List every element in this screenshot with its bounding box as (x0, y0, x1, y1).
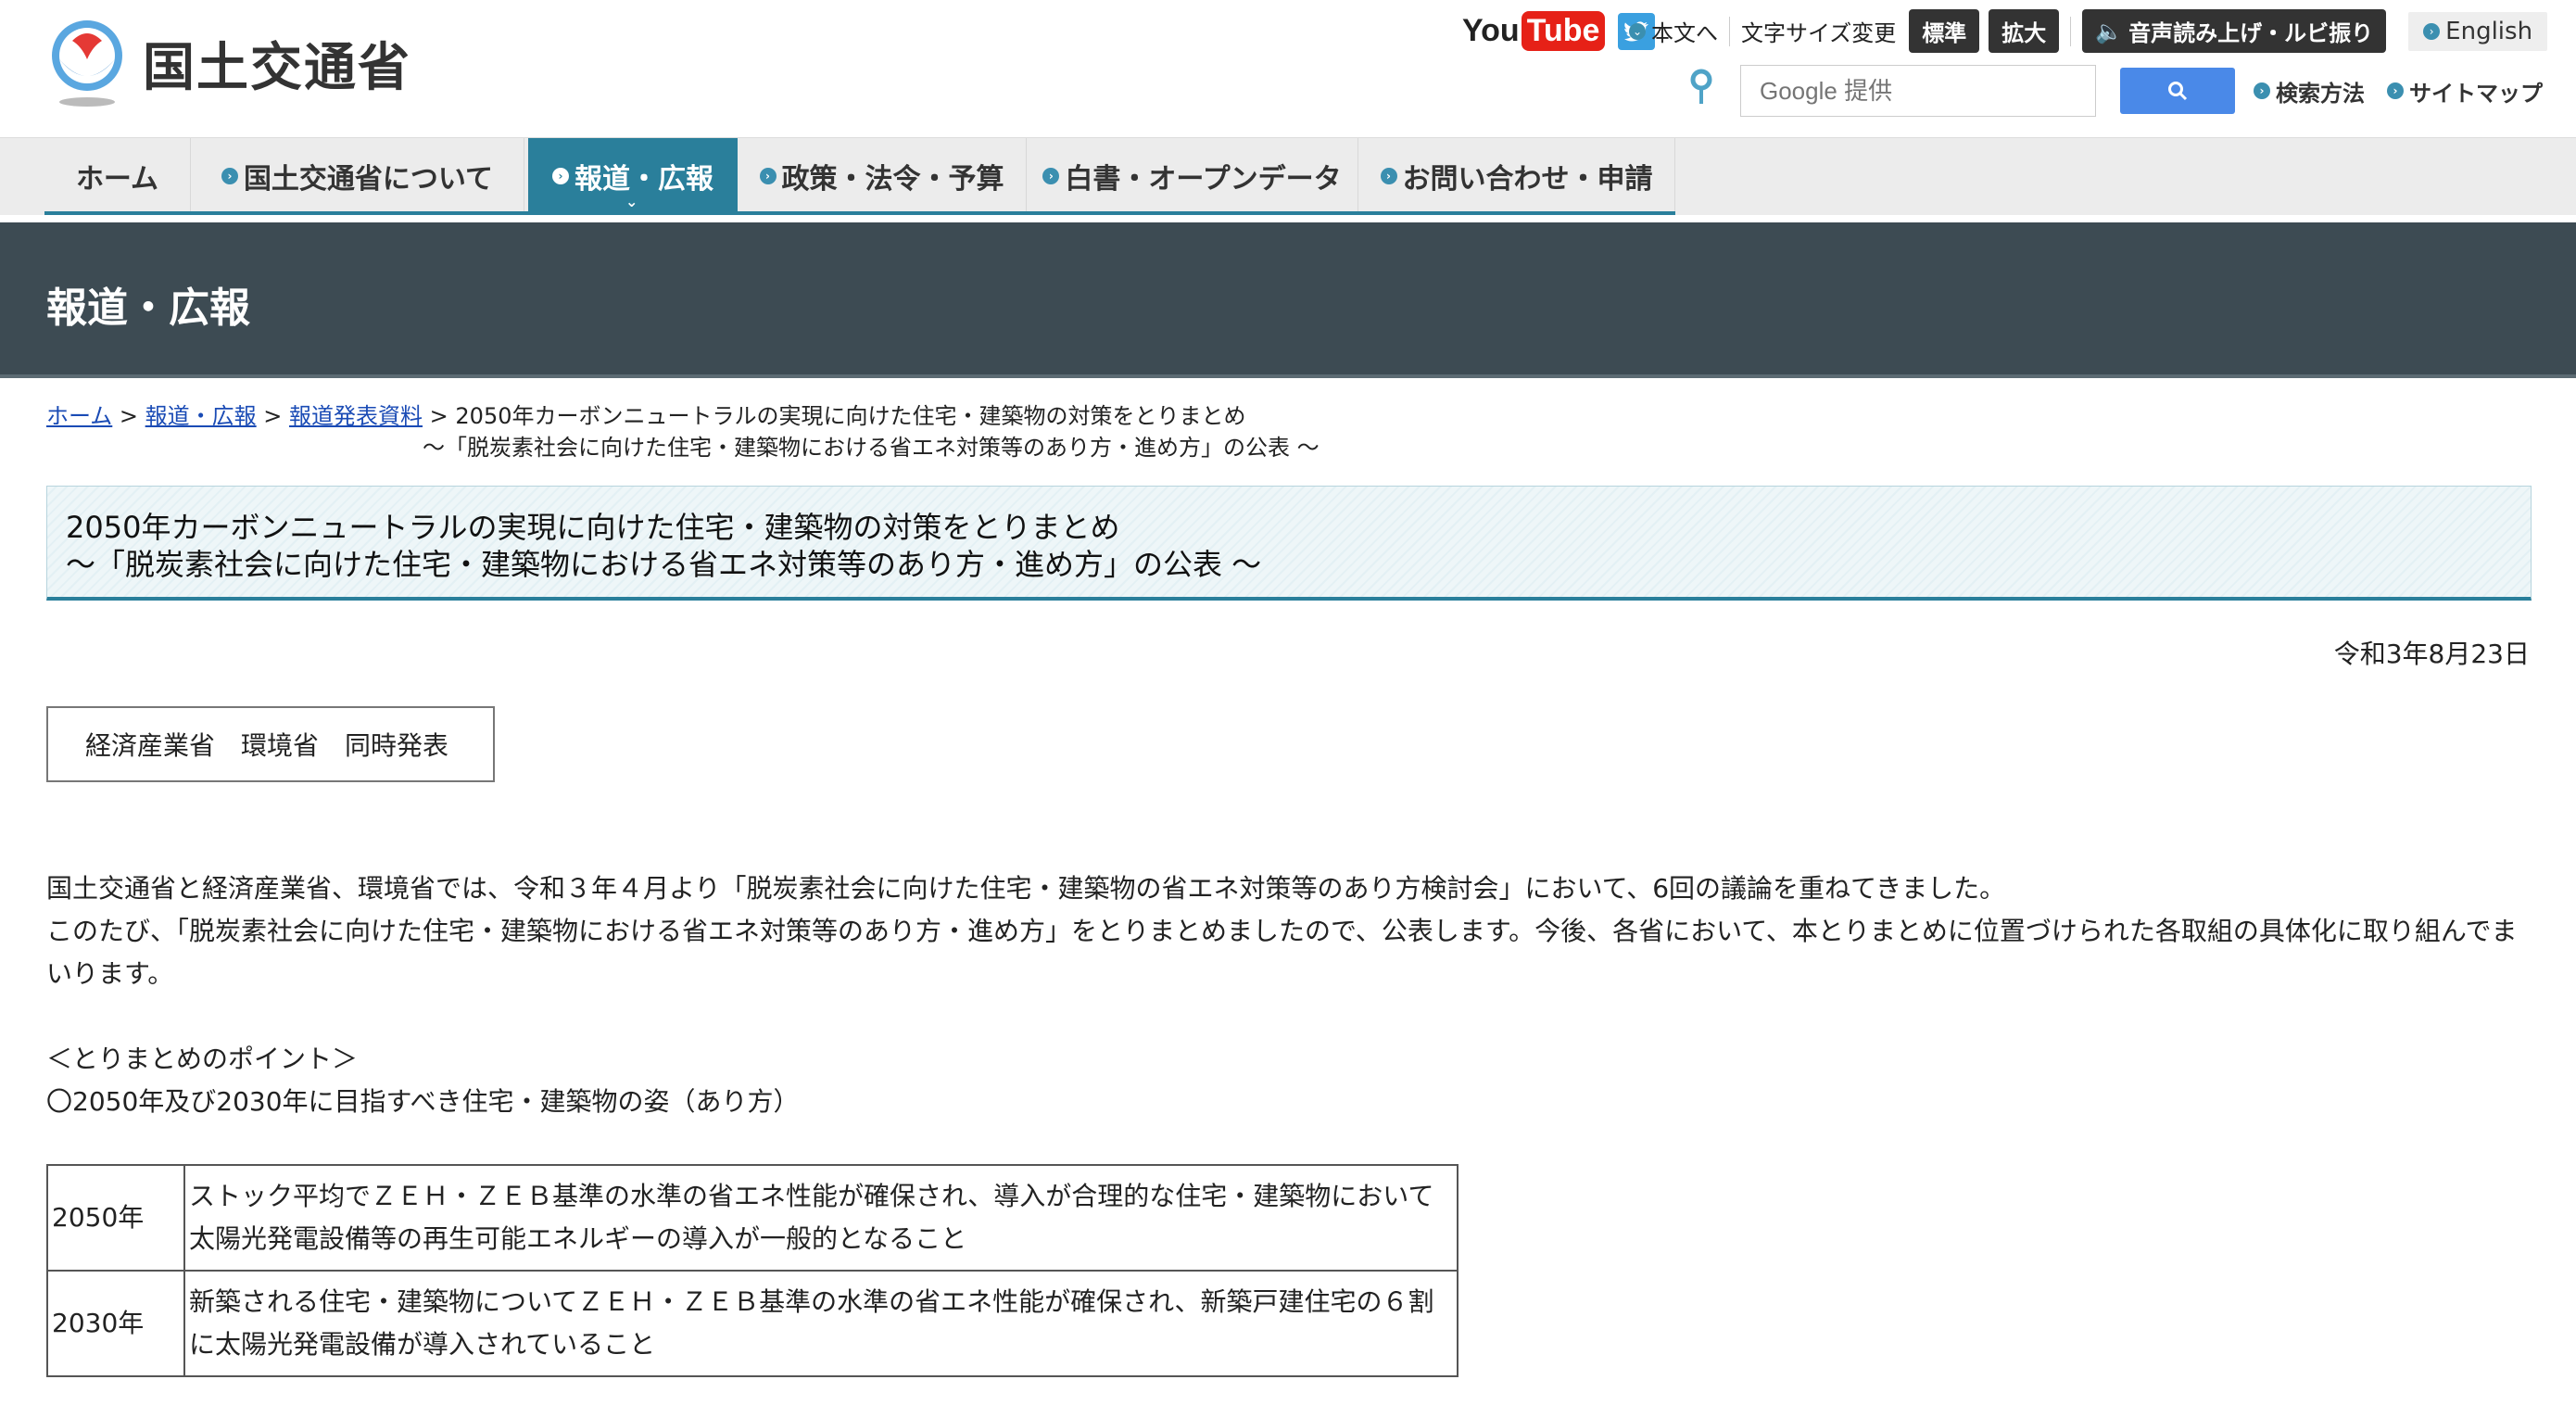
joint-release-box: 経済産業省 環境省 同時発表 (46, 706, 495, 782)
font-large-button[interactable]: 拡大 (1989, 9, 2060, 53)
nav-item-label: 報道・広報 (575, 163, 713, 196)
chevron-right-icon: › (1380, 168, 1397, 184)
nav-item-label: お問い合わせ・申請 (1402, 163, 1653, 196)
chevron-right-icon: › (2387, 82, 2404, 99)
english-label: English (2445, 17, 2533, 45)
site-logo[interactable]: 国土交通省 (44, 17, 411, 109)
paragraph: このたび、「脱炭素社会に向けた住宅・建築物における省エネ対策等のあり方・進め方」… (46, 916, 2518, 989)
breadcrumb-sep: > (256, 403, 290, 429)
site-title: 国土交通省 (143, 37, 411, 98)
sitemap-link[interactable]: › サイトマップ (2387, 75, 2543, 108)
font-size-label: 文字サイズ変更 (1741, 20, 1897, 46)
how-to-search-label: 検索方法 (2276, 80, 2365, 107)
youtube-tube: Tube (1521, 11, 1606, 51)
publish-date: 令和3年8月23日 (2333, 639, 2530, 669)
breadcrumb-sep: > (112, 403, 145, 429)
nav-item-press[interactable]: › 報道・広報 ⌄ (528, 138, 738, 214)
youtube-you: You (1462, 13, 1520, 48)
english-button[interactable]: › English (2408, 11, 2548, 51)
how-to-search-link[interactable]: › 検索方法 (2254, 75, 2365, 108)
breadcrumb-releases[interactable]: 報道発表資料 (289, 403, 423, 429)
search-area: › 検索方法 › サイトマップ (1690, 65, 2543, 117)
sitemap-label: サイトマップ (2409, 80, 2543, 107)
arrow-down-icon: ⌄ (1629, 22, 1646, 40)
table-cell-text: 新築される住宅・建築物についてＺＥＨ・ＺＥＢ基準の水準の省エネ性能が確保され、新… (183, 1270, 1458, 1377)
nav-item-label: 白書・オープンデータ (1065, 163, 1342, 196)
points-subheading: 〇2050年及び2030年に目指すべき住宅・建築物の姿（あり方） (46, 1086, 800, 1117)
section-title: 報道・広報 (46, 285, 250, 332)
section-header: 報道・広報 (0, 222, 2576, 378)
breadcrumb-home[interactable]: ホーム (46, 403, 112, 429)
paragraph: 国土交通省と経済産業省、環境省では、令和３年４月より「脱炭素社会に向けた住宅・建… (46, 873, 2006, 904)
nav-item-whitepaper[interactable]: › 白書・オープンデータ (1027, 138, 1358, 214)
nav-item-label: ホーム (75, 163, 159, 196)
article-body: 国土交通省と経済産業省、環境省では、令和３年４月より「脱炭素社会に向けた住宅・建… (46, 867, 2539, 1123)
breadcrumb: ホーム > 報道・広報 > 報道発表資料 > 2050年カーボンニュートラルの実… (46, 400, 1320, 463)
breadcrumb-press[interactable]: 報道・広報 (145, 403, 257, 429)
article-title-line2: ～「脱炭素社会に向けた住宅・建築物における省エネ対策等のあり方・進め方」の公表 … (66, 547, 1262, 582)
breadcrumb-current: 2050年カーボンニュートラルの実現に向けた住宅・建築物の対策をとりまとめ (455, 403, 1246, 429)
nav-item-contact[interactable]: › お問い合わせ・申請 (1358, 138, 1675, 214)
search-input[interactable] (1740, 65, 2096, 117)
search-button[interactable] (2120, 68, 2235, 114)
nav-item-policy[interactable]: › 政策・法令・予算 (738, 138, 1027, 214)
table-cell-year: 2050年 (46, 1164, 185, 1272)
mlit-logo-icon (52, 20, 122, 107)
chevron-right-icon: › (2254, 82, 2270, 99)
chevron-right-icon: › (552, 168, 569, 184)
chevron-right-icon: › (221, 168, 238, 184)
speaker-icon: 🔈 (2095, 18, 2124, 44)
table-row: 2030年 新築される住宅・建築物についてＺＥＨ・ＺＥＢ基準の水準の省エネ性能が… (46, 1270, 1458, 1377)
table-row: 2050年 ストック平均でＺＥＨ・ＺＥＢ基準の水準の省エネ性能が確保され、導入が… (46, 1164, 1458, 1272)
divider (1729, 16, 1730, 46)
table-cell-text: ストック平均でＺＥＨ・ＺＥＢ基準の水準の省エネ性能が確保され、導入が合理的な住宅… (183, 1164, 1458, 1272)
article-heading-box: 2050年カーボンニュートラルの実現に向けた住宅・建築物の対策をとりまとめ ～「… (46, 486, 2532, 601)
chevron-down-icon: ⌄ (625, 193, 638, 210)
global-nav: ホーム › 国土交通省について › 報道・広報 ⌄ › 政策・法令・予算 › 白… (0, 137, 2576, 215)
article-title-line1: 2050年カーボンニュートラルの実現に向けた住宅・建築物の対策をとりまとめ (66, 510, 1120, 545)
chevron-right-icon: › (2423, 22, 2441, 40)
breadcrumb-current-subtitle: ～「脱炭素社会に向けた住宅・建築物における省エネ対策等のあり方・進め方」の公表 … (423, 435, 1320, 461)
nav-underline (44, 211, 1675, 215)
search-links: › 検索方法 › サイトマップ (2254, 75, 2543, 108)
chevron-right-icon: › (759, 168, 777, 184)
read-aloud-label: 音声読み上げ・ルビ振り (2128, 20, 2374, 46)
points-heading: ＜とりまとめのポイント＞ (46, 1044, 359, 1074)
breadcrumb-sep: > (423, 403, 456, 429)
sns-links: You Tube (1462, 11, 1656, 51)
location-pin-icon (1690, 69, 1712, 104)
nav-item-label: 政策・法令・予算 (781, 163, 1004, 196)
youtube-link[interactable]: You Tube (1462, 11, 1606, 51)
table-cell-year: 2030年 (46, 1270, 185, 1377)
search-icon (2168, 82, 2188, 101)
read-aloud-button[interactable]: 🔈 音声読み上げ・ルビ振り (2082, 9, 2387, 53)
vision-table: 2050年 ストック平均でＺＥＨ・ＺＥＢ基準の水準の省エネ性能が確保され、導入が… (46, 1164, 1458, 1377)
chevron-right-icon: › (1042, 168, 1060, 184)
nav-item-home[interactable]: ホーム (44, 138, 191, 214)
font-standard-button[interactable]: 標準 (1909, 9, 1980, 53)
nav-item-about[interactable]: › 国土交通省について (191, 138, 524, 214)
skip-to-body-link[interactable]: 本文へ (1651, 15, 1718, 47)
article-title: 2050年カーボンニュートラルの実現に向けた住宅・建築物の対策をとりまとめ ～「… (66, 509, 1261, 583)
nav-item-label: 国土交通省について (243, 163, 494, 196)
divider (2070, 16, 2072, 46)
utility-bar: ⌄ 本文へ 文字サイズ変更 標準 拡大 🔈 音声読み上げ・ルビ振り › Engl… (1629, 9, 2548, 53)
